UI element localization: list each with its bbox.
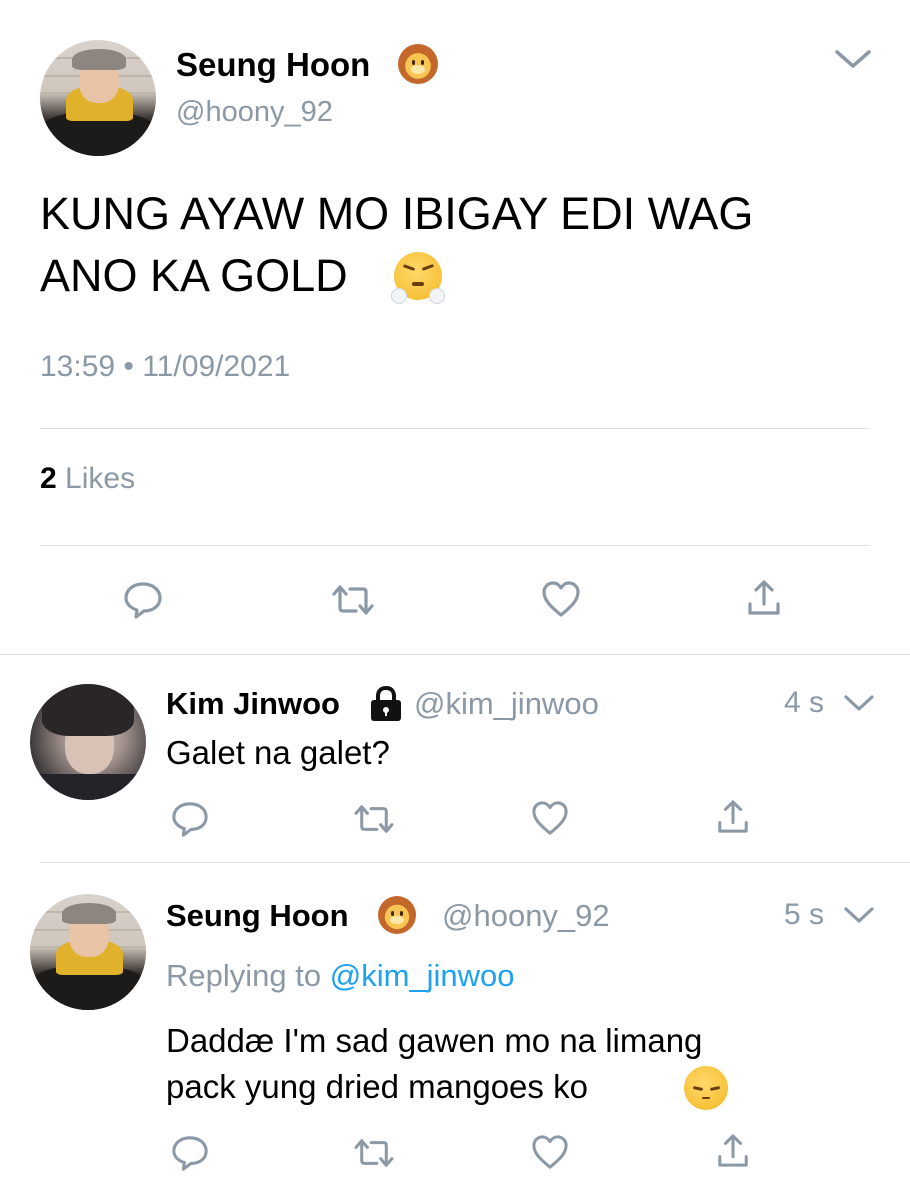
share-icon[interactable] <box>746 578 782 618</box>
reply-text: Galet na galet? <box>166 734 390 771</box>
display-name[interactable]: Seung Hoon <box>166 898 349 934</box>
likes-count: 2 <box>40 462 57 495</box>
share-icon[interactable] <box>716 798 750 836</box>
likes-label: Likes <box>65 462 136 495</box>
share-icon[interactable] <box>716 1132 750 1170</box>
handle[interactable]: @hoony_92 <box>442 898 610 934</box>
reply-icon[interactable] <box>170 1134 210 1172</box>
divider <box>40 862 910 863</box>
avatar[interactable] <box>30 684 146 800</box>
reply-text-line-1: Daddæ I'm sad gawen mo na limang <box>166 1022 703 1059</box>
tweet-time: 13:59 <box>40 350 116 383</box>
reply-text-line-2: pack yung dried mangoes ko <box>166 1068 588 1105</box>
reply-icon[interactable] <box>122 580 164 620</box>
divider <box>40 428 870 429</box>
tweet-age: 4 s <box>784 686 825 719</box>
retweet-icon[interactable] <box>352 802 396 836</box>
reply-header: Kim Jinwoo <box>166 686 340 722</box>
retweet-icon[interactable] <box>330 582 376 618</box>
chevron-down-icon[interactable] <box>842 902 876 928</box>
tweet-date: 11/09/2021 <box>142 350 291 383</box>
tweet-age: 5 s <box>784 898 825 931</box>
likes-summary[interactable]: 2 Likes <box>40 462 135 496</box>
chevron-down-icon[interactable] <box>832 44 874 74</box>
avatar[interactable] <box>30 894 146 1010</box>
lock-icon <box>367 686 405 722</box>
steam-from-nose-emoji <box>391 252 445 304</box>
tweet-text-line-2: ANO KA GOLD <box>40 250 348 301</box>
replying-to-label: Replying to <box>166 958 322 993</box>
display-name[interactable]: Seung Hoon <box>176 46 370 84</box>
handle[interactable]: @kim_jinwoo <box>414 686 599 722</box>
divider <box>40 545 870 546</box>
retweet-icon[interactable] <box>352 1136 396 1170</box>
replying-to: Replying to @kim_jinwoo <box>166 958 515 994</box>
timestamp-separator: • <box>123 350 134 383</box>
like-icon[interactable] <box>530 800 570 836</box>
tweet-text-line-1: KUNG AYAW MO IBIGAY EDI WAG <box>40 188 754 239</box>
chevron-down-icon[interactable] <box>842 690 876 716</box>
handle[interactable]: @hoony_92 <box>176 96 333 129</box>
like-icon[interactable] <box>530 1134 570 1170</box>
avatar[interactable] <box>40 40 156 156</box>
tweet-timestamp: 13:59 • 11/09/2021 <box>40 350 290 384</box>
section-divider <box>0 654 910 655</box>
display-name[interactable]: Kim Jinwoo <box>166 686 340 721</box>
replying-to-handle-link[interactable]: @kim_jinwoo <box>330 958 515 993</box>
lion-emoji <box>398 44 438 84</box>
lion-emoji <box>378 896 416 934</box>
like-icon[interactable] <box>540 580 582 618</box>
pensive-emoji <box>684 1066 728 1110</box>
reply-icon[interactable] <box>170 800 210 838</box>
